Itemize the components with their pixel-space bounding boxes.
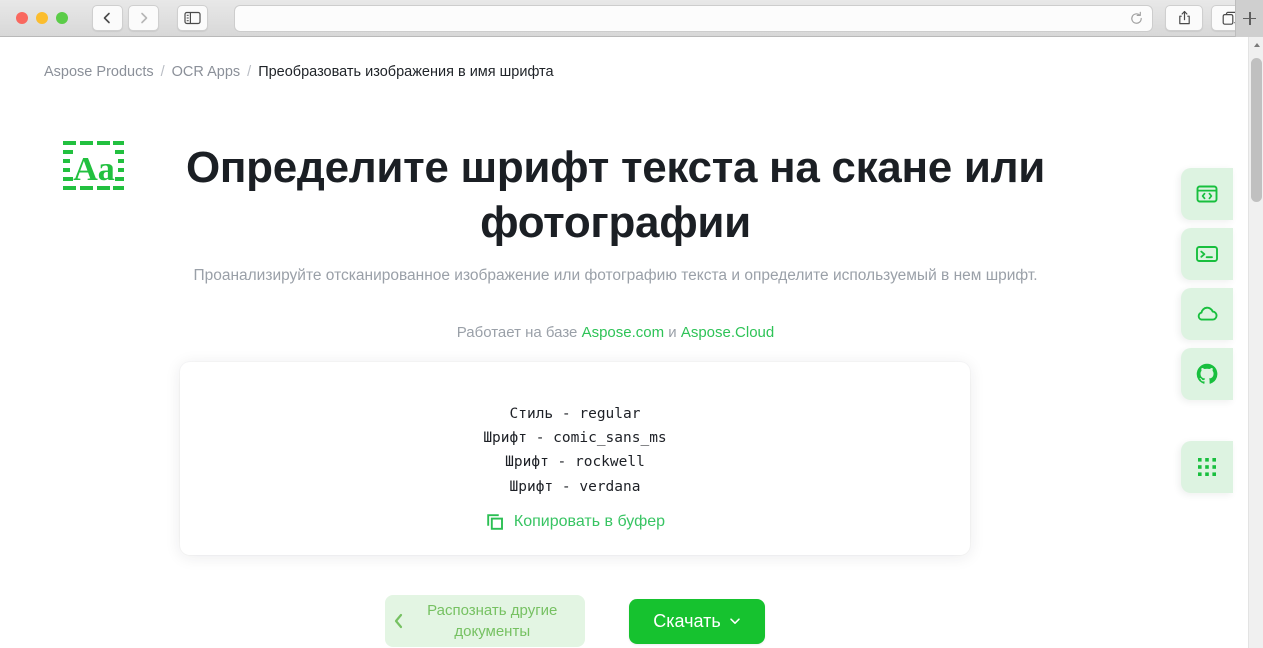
- result-line: Шрифт - comic_sans_ms: [483, 430, 667, 447]
- breadcrumb: Aspose Products / OCR Apps / Преобразова…: [44, 64, 554, 80]
- action-buttons: Распознать другие документы Скачать: [180, 595, 970, 647]
- breadcrumb-separator: /: [247, 64, 252, 80]
- page-scrollbar[interactable]: [1248, 37, 1263, 648]
- browser-toolbar: [0, 0, 1263, 37]
- github-icon: [1196, 363, 1218, 384]
- result-line: Шрифт - verdana: [509, 478, 641, 495]
- terminal-icon: [1196, 246, 1218, 262]
- minimize-window-button[interactable]: [36, 12, 48, 24]
- scroll-up-arrow-icon[interactable]: [1253, 43, 1260, 47]
- breadcrumb-separator: /: [160, 64, 165, 80]
- sidebar-toggle-button[interactable]: [177, 5, 208, 31]
- aspose-com-link[interactable]: Aspose.com: [582, 324, 665, 341]
- page-title: Определите шрифт текста на скане или фот…: [185, 143, 1046, 247]
- svg-text:Aa: Aa: [73, 151, 115, 188]
- breadcrumb-current-page: Преобразовать изображения в имя шрифта: [258, 64, 554, 80]
- side-rail-item-api-reference[interactable]: [1181, 168, 1233, 220]
- page-content: Aspose Products / OCR Apps / Преобразова…: [0, 37, 1248, 648]
- maximize-window-button[interactable]: [56, 12, 68, 24]
- chevron-down-icon: [730, 618, 740, 624]
- share-icon: [1178, 10, 1190, 25]
- breadcrumb-item-ocr-apps[interactable]: OCR Apps: [172, 64, 241, 80]
- powered-by-prefix: Работает на базе: [456, 324, 582, 341]
- aa-scan-font-logo-icon: Aa: [62, 137, 126, 195]
- breadcrumb-item-aspose-products[interactable]: Aspose Products: [44, 64, 154, 80]
- side-rail-item-cli-terminal[interactable]: [1181, 228, 1233, 280]
- side-rail-item-github-repo[interactable]: [1181, 348, 1233, 400]
- chevron-left-icon: [103, 12, 110, 24]
- new-tab-button[interactable]: [1235, 0, 1263, 37]
- window-controls: [16, 12, 68, 24]
- cloud-icon: [1197, 306, 1218, 321]
- reload-icon[interactable]: [1129, 11, 1144, 26]
- address-bar[interactable]: [234, 4, 1153, 32]
- plus-icon: [1242, 11, 1257, 26]
- grid-apps-icon: [1198, 458, 1216, 476]
- result-card: Стиль - regular Шрифт - comic_sans_ms Шр…: [180, 362, 970, 555]
- page-subtitle: Проанализируйте отсканированное изображе…: [193, 267, 1038, 284]
- chevron-right-icon: [141, 12, 148, 24]
- result-line: Шрифт - rockwell: [505, 454, 645, 471]
- copy-icon: [487, 514, 503, 530]
- copy-to-clipboard-button[interactable]: Копировать в буфер: [180, 512, 970, 532]
- recognize-other-documents-label: Распознать другие документы: [427, 601, 558, 640]
- powered-by-line: Работает на базе Aspose.com и Aspose.Clo…: [168, 324, 1063, 341]
- share-button[interactable]: [1165, 5, 1203, 31]
- side-rail-item-cloud-services[interactable]: [1181, 288, 1233, 340]
- forward-button[interactable]: [128, 5, 159, 31]
- download-button[interactable]: Скачать: [629, 598, 765, 644]
- download-button-label: Скачать: [653, 610, 721, 631]
- chevron-left-icon: [395, 613, 403, 629]
- copy-to-clipboard-label: Копировать в буфер: [513, 513, 666, 530]
- close-window-button[interactable]: [16, 12, 28, 24]
- scrollbar-thumb[interactable]: [1251, 58, 1262, 202]
- powered-by-conjunction: и: [664, 324, 681, 341]
- page-viewport: Aspose Products / OCR Apps / Преобразова…: [0, 37, 1263, 648]
- result-line: Стиль - regular: [509, 406, 641, 422]
- back-button[interactable]: [92, 5, 123, 31]
- sidebar-toggle-icon: [184, 11, 201, 25]
- floating-side-rail: [1181, 168, 1233, 501]
- aspose-cloud-link[interactable]: Aspose.Cloud: [681, 324, 774, 341]
- navigation-buttons: [92, 5, 159, 31]
- code-window-icon: [1196, 185, 1218, 203]
- recognize-other-documents-button[interactable]: Распознать другие документы: [385, 595, 586, 647]
- font-detection-result: Стиль - regular Шрифт - comic_sans_ms Шр…: [180, 402, 970, 499]
- side-rail-item-all-apps[interactable]: [1181, 441, 1233, 493]
